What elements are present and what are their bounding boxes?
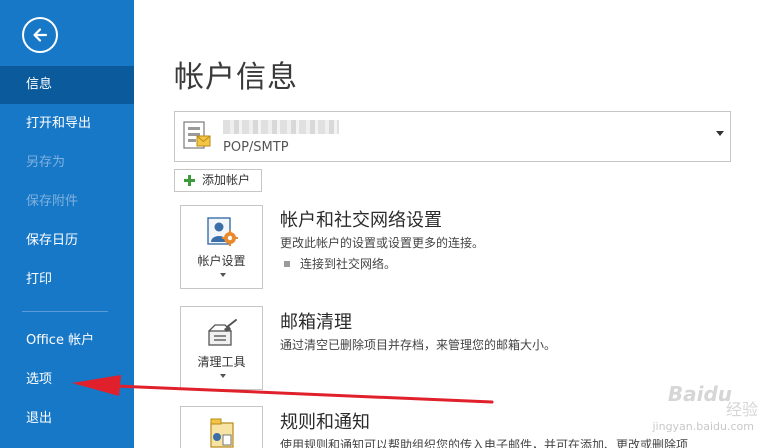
watermark-sub: 经验: [725, 400, 758, 419]
nav-item-save-attachments: 保存附件: [26, 194, 79, 209]
nav-item-save-calendar[interactable]: 保存日历: [0, 222, 134, 260]
account-type-label: POP/SMTP: [223, 140, 289, 155]
page-title: 帐户信息: [174, 60, 298, 95]
add-account-button[interactable]: 添加帐户: [174, 169, 262, 192]
bullet-icon: [284, 260, 290, 267]
account-selector[interactable]: POP/SMTP: [174, 111, 731, 162]
nav-item-save-as: 另存为: [26, 155, 66, 170]
chevron-down-icon: [220, 273, 226, 277]
add-account-label: 添加帐户: [202, 173, 251, 187]
chevron-down-icon: [220, 374, 226, 378]
bullet-connect-social: 连接到社交网络。: [284, 255, 396, 272]
section-desc-account-settings: 更改此帐户的设置或设置更多的连接。: [280, 236, 485, 250]
cleanup-tools-tile[interactable]: 清理工具: [180, 306, 263, 390]
chevron-down-icon[interactable]: [716, 131, 724, 136]
section-title-mailbox-cleanup: 邮箱清理: [280, 312, 352, 333]
section-title-rules-alerts: 规则和通知: [280, 412, 370, 433]
nav-item-open-export[interactable]: 打开和导出: [0, 105, 134, 143]
watermark-url: jingyan.baidu.com: [652, 420, 754, 433]
section-title-account-settings: 帐户和社交网络设置: [280, 210, 442, 231]
rules-alerts-tile[interactable]: [180, 406, 263, 448]
email-account-icon: [183, 121, 211, 149]
nav-item-info[interactable]: 信息: [0, 66, 134, 104]
nav-item-options[interactable]: 选项: [0, 361, 134, 399]
baidu-watermark: Baidu 经验 jingyan.baidu.com: [602, 374, 762, 444]
back-button[interactable]: [22, 17, 58, 53]
account-email-redacted: [223, 120, 339, 134]
back-arrow-circle-icon: [33, 28, 48, 42]
cleanup-tools-icon: [208, 319, 237, 346]
plus-icon: [184, 175, 195, 186]
rules-alerts-icon: [210, 418, 234, 448]
watermark-brand: Baidu: [667, 382, 732, 406]
section-desc-mailbox-cleanup: 通过清空已删除项目并存档，来管理您的邮箱大小。: [280, 338, 557, 352]
account-settings-icon: [207, 217, 238, 246]
tile-label: 清理工具: [197, 355, 246, 369]
tile-label: 帐户设置: [197, 254, 246, 268]
nav-item-office-account[interactable]: Office 帐户: [0, 322, 134, 360]
nav-item-exit[interactable]: 退出: [0, 400, 134, 438]
account-settings-tile[interactable]: 帐户设置: [180, 205, 263, 289]
nav-item-print[interactable]: 打印: [0, 261, 134, 299]
bullet-text: 连接到社交网络。: [300, 257, 397, 271]
sidebar-divider: [22, 311, 108, 312]
backstage-sidebar: 信息 打开和导出 另存为 保存附件 保存日历 打印 Office 帐户 选项 退…: [0, 0, 134, 448]
